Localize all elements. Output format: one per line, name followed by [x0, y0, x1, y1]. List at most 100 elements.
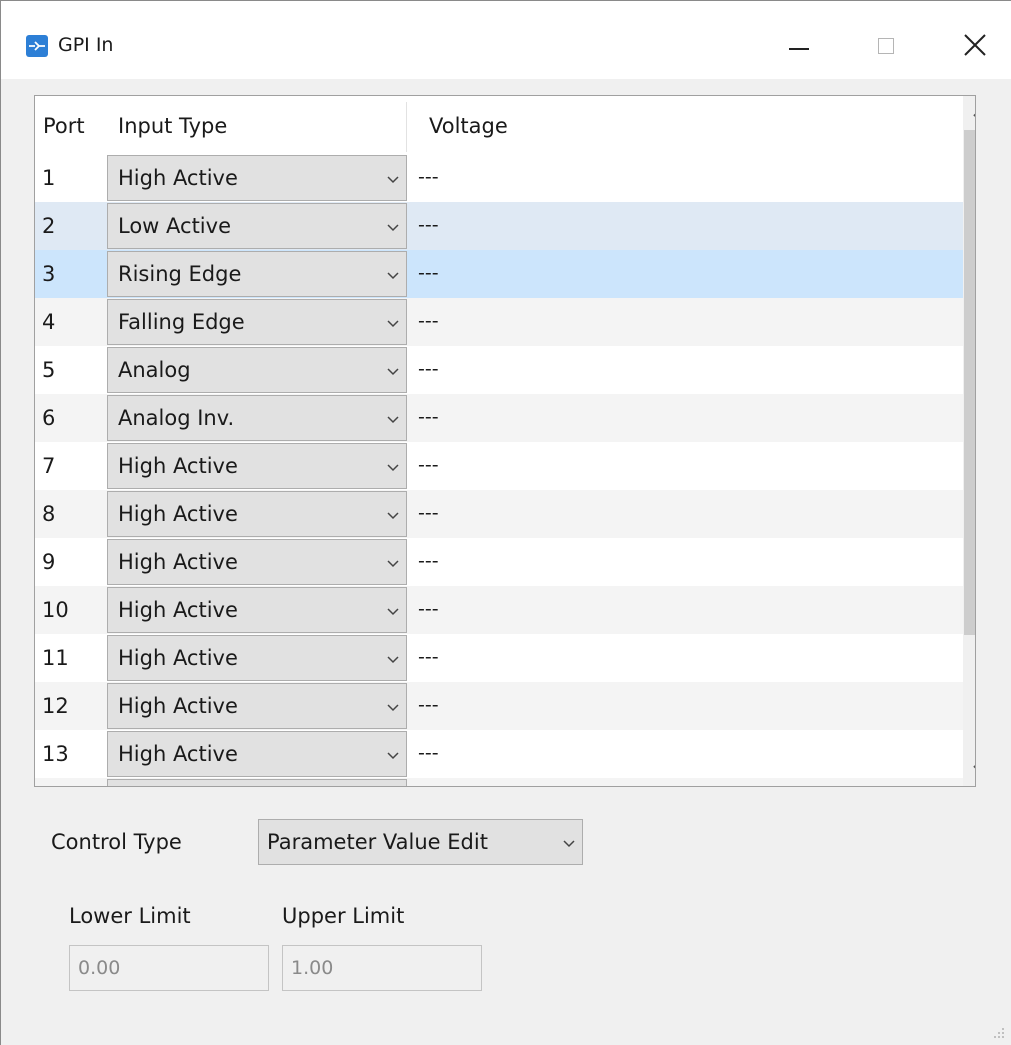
input-type-dropdown[interactable]: Falling Edge: [107, 299, 407, 345]
input-type-value: High Active: [118, 646, 238, 670]
voltage-cell: ---: [418, 646, 439, 668]
close-button[interactable]: [947, 19, 1003, 71]
control-type-dropdown[interactable]: Parameter Value Edit: [258, 819, 583, 865]
input-type-dropdown[interactable]: [107, 779, 407, 786]
scroll-up-button[interactable]: [963, 96, 975, 130]
window-title: GPI In: [58, 34, 114, 56]
chevron-down-icon: [387, 704, 399, 712]
input-type-dropdown[interactable]: High Active: [107, 539, 407, 585]
input-type-dropdown[interactable]: High Active: [107, 587, 407, 633]
table-header: Port Input Type Voltage: [35, 96, 963, 154]
voltage-cell: ---: [418, 358, 439, 380]
input-type-value: High Active: [118, 694, 238, 718]
table-row[interactable]: 3 Rising Edge ---: [35, 250, 963, 298]
chevron-down-icon: [387, 320, 399, 328]
input-type-dropdown[interactable]: High Active: [107, 155, 407, 201]
table-row[interactable]: 2 Low Active ---: [35, 202, 963, 250]
input-type-dropdown[interactable]: High Active: [107, 443, 407, 489]
control-type-value: Parameter Value Edit: [267, 830, 488, 854]
chevron-down-icon: [387, 464, 399, 472]
table-row[interactable]: 10 High Active ---: [35, 586, 963, 634]
title-bar: GPI In: [1, 9, 1011, 79]
column-separator: [406, 102, 407, 152]
maximize-button[interactable]: [861, 19, 917, 71]
chevron-down-icon: [387, 656, 399, 664]
port-cell: 11: [42, 646, 69, 670]
chevron-down-icon: [387, 608, 399, 616]
lower-limit-field[interactable]: 0.00: [69, 945, 269, 991]
voltage-cell: ---: [418, 262, 439, 284]
voltage-cell: ---: [418, 310, 439, 332]
voltage-cell: ---: [418, 214, 439, 236]
table-row[interactable]: 8 High Active ---: [35, 490, 963, 538]
input-type-dropdown[interactable]: High Active: [107, 683, 407, 729]
chevron-down-icon: [387, 368, 399, 376]
table-row[interactable]: 11 High Active ---: [35, 634, 963, 682]
input-type-value: Analog Inv.: [118, 406, 235, 430]
input-type-value: High Active: [118, 454, 238, 478]
voltage-cell: ---: [418, 406, 439, 428]
port-cell: 12: [42, 694, 69, 718]
table-row[interactable]: 5 Analog ---: [35, 346, 963, 394]
scroll-thumb[interactable]: [964, 130, 975, 635]
resize-grip-icon[interactable]: [991, 1025, 1005, 1039]
chevron-down-icon: [387, 512, 399, 520]
column-header-input-type[interactable]: Input Type: [115, 96, 227, 154]
port-cell: 1: [42, 166, 56, 190]
port-cell: 9: [42, 550, 56, 574]
voltage-cell: ---: [418, 742, 439, 764]
input-type-value: High Active: [118, 166, 238, 190]
port-cell: 8: [42, 502, 56, 526]
table-row[interactable]: 4 Falling Edge ---: [35, 298, 963, 346]
input-type-dropdown[interactable]: High Active: [107, 731, 407, 777]
voltage-cell: ---: [418, 502, 439, 524]
upper-limit-field[interactable]: 1.00: [282, 945, 482, 991]
column-header-port[interactable]: Port: [43, 96, 85, 154]
port-cell: 4: [42, 310, 56, 334]
input-type-value: High Active: [118, 598, 238, 622]
chevron-down-icon: [387, 752, 399, 760]
gpi-in-app-icon: [26, 35, 48, 57]
vertical-scrollbar[interactable]: [963, 96, 975, 786]
control-type-label: Control Type: [51, 830, 182, 854]
minimize-button[interactable]: [775, 19, 831, 71]
input-type-value: High Active: [118, 742, 238, 766]
voltage-cell: ---: [418, 694, 439, 716]
scroll-down-button[interactable]: [963, 752, 975, 786]
input-type-dropdown[interactable]: Analog Inv.: [107, 395, 407, 441]
port-cell: 10: [42, 598, 69, 622]
gpi-in-window: GPI In Port Input Type Voltage 1 High Act…: [0, 0, 1011, 1045]
input-type-dropdown[interactable]: High Active: [107, 635, 407, 681]
port-cell: 2: [42, 214, 56, 238]
voltage-cell: ---: [418, 550, 439, 572]
voltage-cell: ---: [418, 598, 439, 620]
chevron-down-icon: [387, 560, 399, 568]
column-header-voltage[interactable]: Voltage: [413, 96, 508, 154]
chevron-up-icon: [973, 113, 975, 117]
input-type-dropdown[interactable]: Analog: [107, 347, 407, 393]
port-cell: 3: [42, 262, 56, 286]
port-cell: 6: [42, 406, 56, 430]
input-type-value: Rising Edge: [118, 262, 242, 286]
chevron-down-icon: [973, 765, 975, 769]
input-type-value: Falling Edge: [118, 310, 245, 334]
table-row[interactable]: 9 High Active ---: [35, 538, 963, 586]
chevron-down-icon: [387, 224, 399, 232]
table-row[interactable]: 13 High Active ---: [35, 730, 963, 778]
table-row[interactable]: 7 High Active ---: [35, 442, 963, 490]
table-row[interactable]: 12 High Active ---: [35, 682, 963, 730]
input-type-dropdown[interactable]: Rising Edge: [107, 251, 407, 297]
table-row[interactable]: 1 High Active ---: [35, 154, 963, 202]
chevron-down-icon: [563, 840, 575, 848]
table-row[interactable]: 6 Analog Inv. ---: [35, 394, 963, 442]
port-cell: 5: [42, 358, 56, 382]
table-body: 1 High Active --- 2 Low Active --- 3 Rising Edg…: [35, 154, 963, 786]
gpi-port-table: Port Input Type Voltage 1 High Active --- 2…: [34, 95, 976, 787]
input-type-value: High Active: [118, 550, 238, 574]
input-type-dropdown[interactable]: High Active: [107, 491, 407, 537]
table-row-partial[interactable]: [35, 778, 963, 786]
minimize-icon: [789, 48, 809, 50]
voltage-cell: ---: [418, 166, 439, 188]
chevron-down-icon: [387, 176, 399, 184]
input-type-dropdown[interactable]: Low Active: [107, 203, 407, 249]
